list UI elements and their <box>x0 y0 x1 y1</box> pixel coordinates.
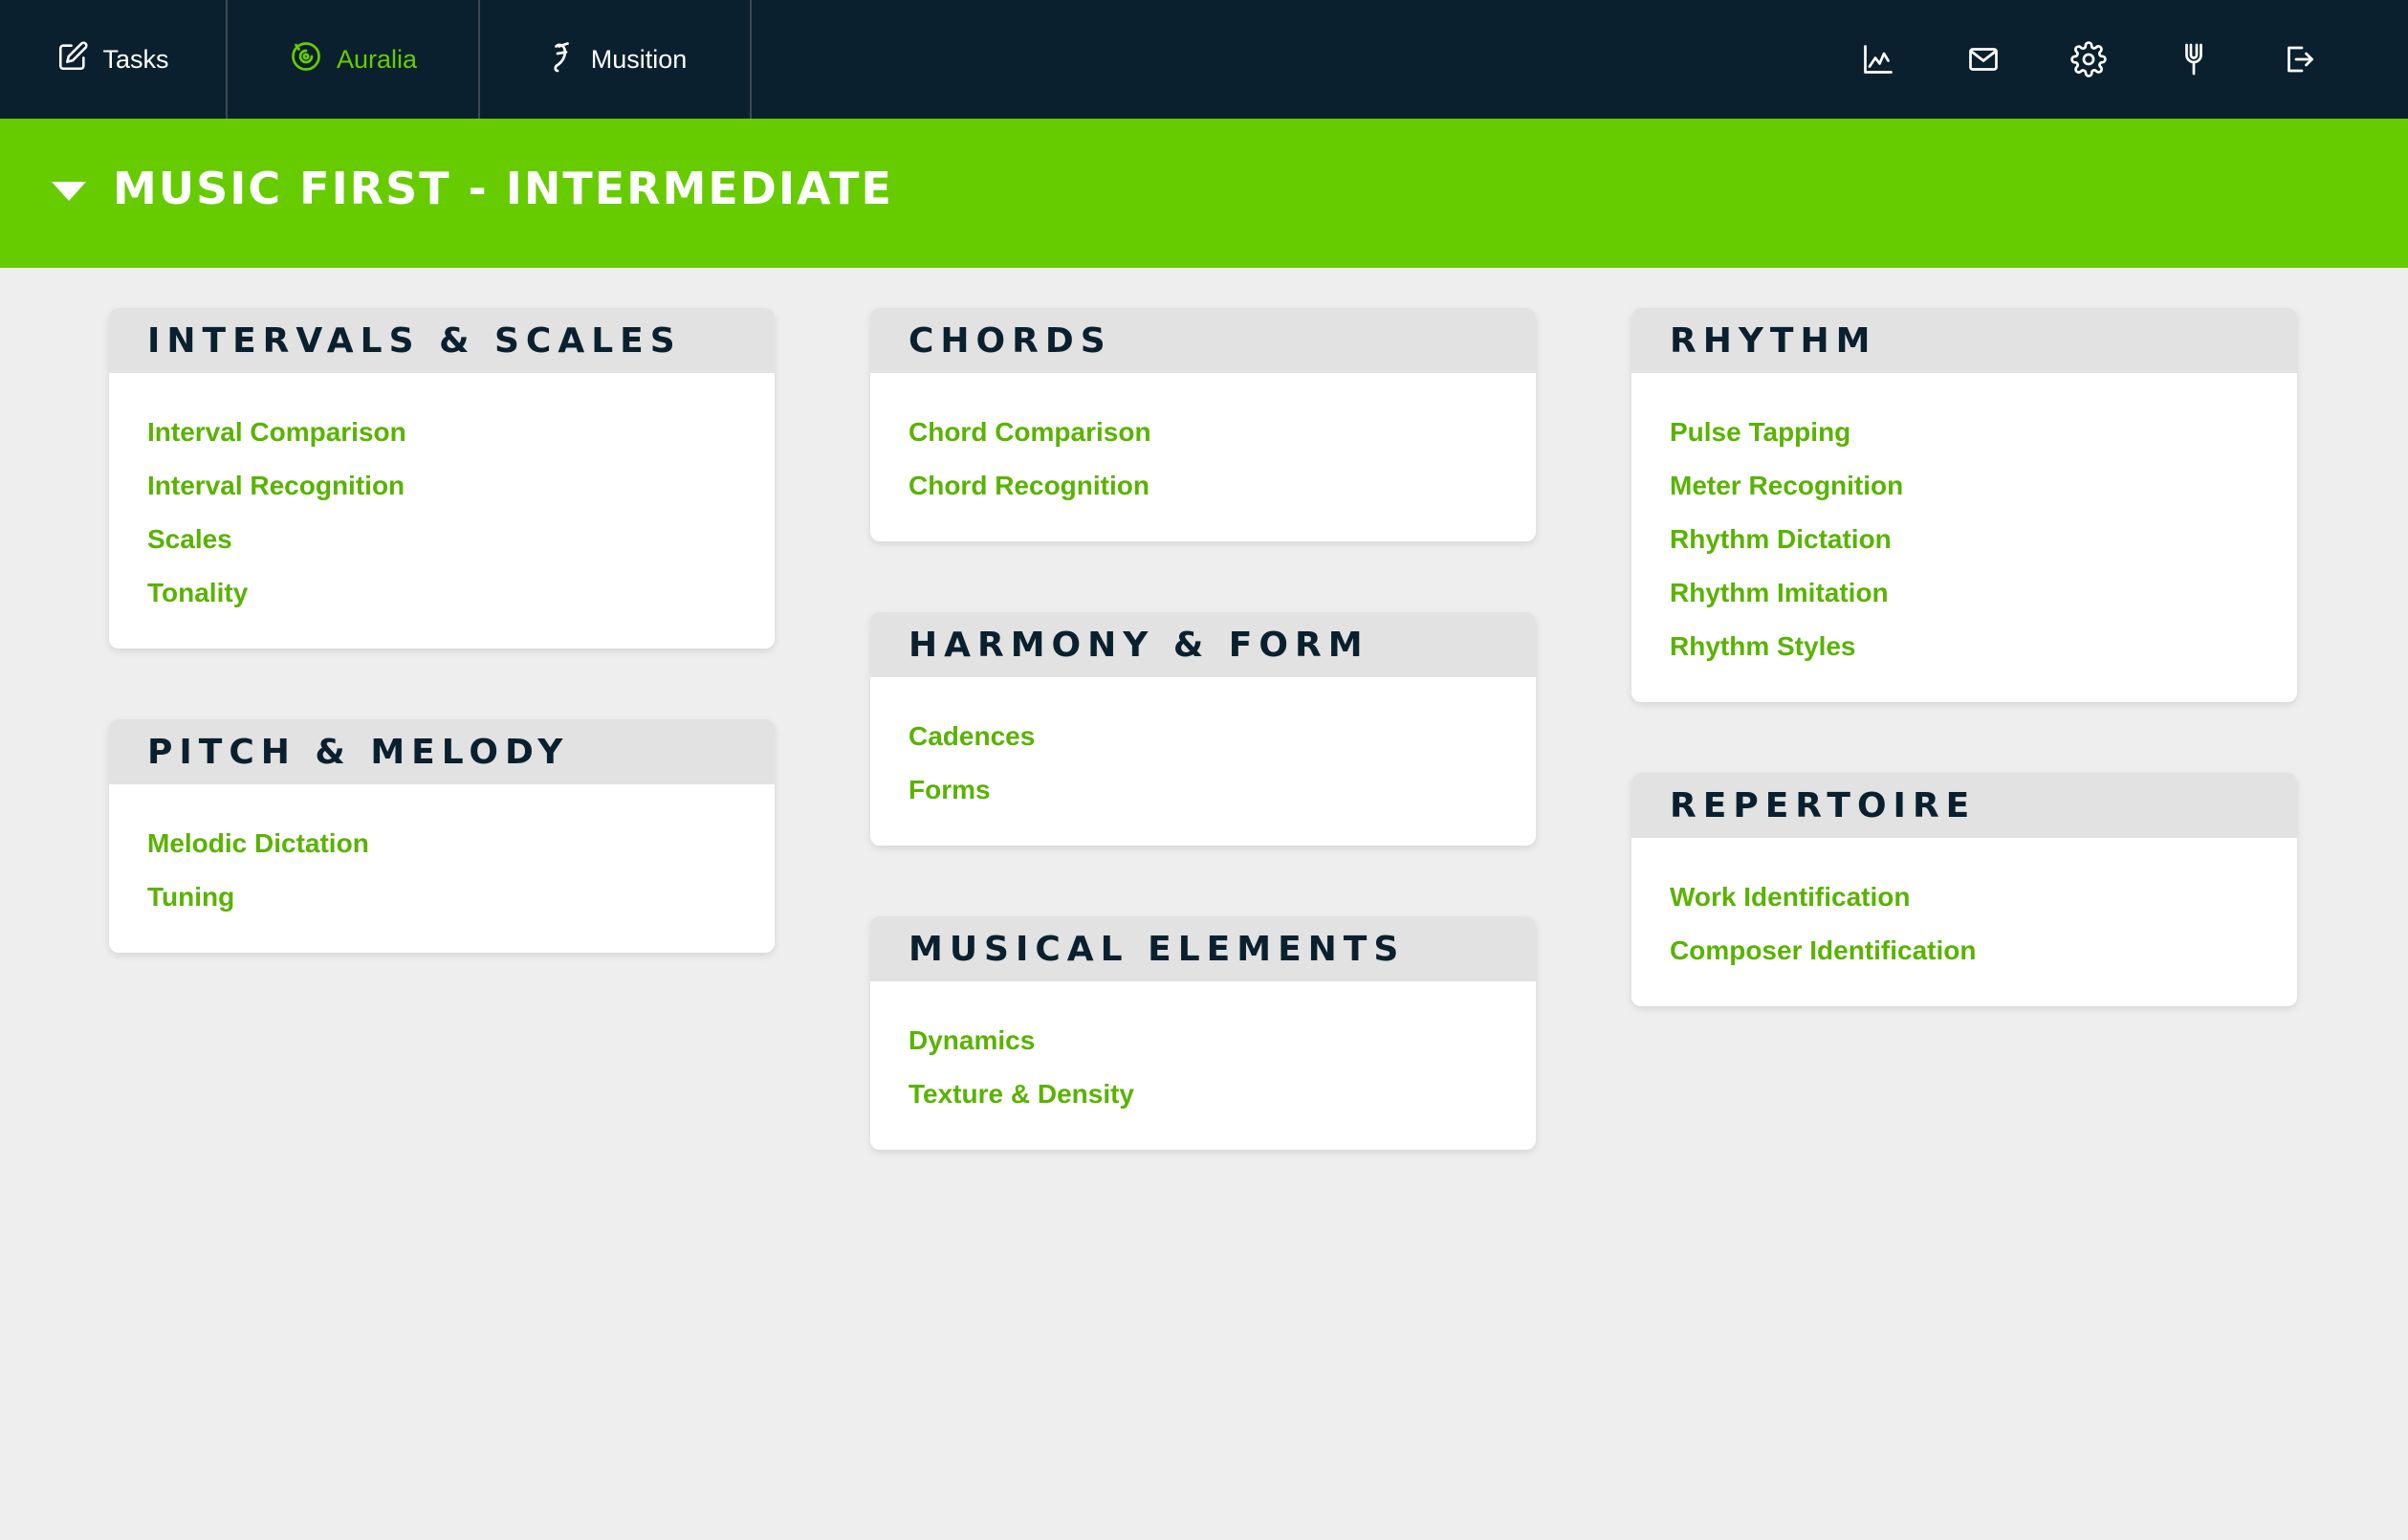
card-title: INTERVALS & SCALES <box>147 320 682 361</box>
link-work-identification[interactable]: Work Identification <box>1670 870 2259 924</box>
category-card-chords: CHORDS Chord Comparison Chord Recognitio… <box>870 308 1536 541</box>
link-chord-comparison[interactable]: Chord Comparison <box>908 406 1498 459</box>
course-banner: MUSIC FIRST - INTERMEDIATE <box>0 119 2408 268</box>
card-header: CHORDS <box>870 308 1536 373</box>
category-card-pitch-melody: PITCH & MELODY Melodic Dictation Tuning <box>109 719 775 953</box>
card-title: CHORDS <box>908 320 1112 361</box>
link-scales[interactable]: Scales <box>147 513 736 566</box>
card-title: RHYTHM <box>1670 320 1877 361</box>
card-link-list: Pulse Tapping Meter Recognition Rhythm D… <box>1631 373 2297 702</box>
link-tuning[interactable]: Tuning <box>147 870 736 924</box>
gear-icon[interactable] <box>2064 34 2113 84</box>
link-chord-recognition[interactable]: Chord Recognition <box>908 459 1498 513</box>
category-card-repertoire: REPERTOIRE Work Identification Composer … <box>1631 773 2297 1006</box>
tuning-fork-icon[interactable] <box>2169 34 2219 84</box>
logout-icon[interactable] <box>2274 34 2324 84</box>
card-title: PITCH & MELODY <box>147 732 570 772</box>
card-title: MUSICAL ELEMENTS <box>908 929 1406 969</box>
card-link-list: Work Identification Composer Identificat… <box>1631 838 2297 1006</box>
link-composer-identification[interactable]: Composer Identification <box>1670 924 2259 978</box>
link-texture-density[interactable]: Texture & Density <box>908 1067 1498 1121</box>
nav-divider <box>750 0 752 119</box>
link-interval-recognition[interactable]: Interval Recognition <box>147 459 736 513</box>
tab-tasks[interactable]: Tasks <box>0 0 226 119</box>
edit-icon <box>56 40 89 79</box>
card-header: PITCH & MELODY <box>109 719 775 784</box>
musition-logo-icon <box>543 39 578 80</box>
card-header: HARMONY & FORM <box>870 612 1536 677</box>
link-melodic-dictation[interactable]: Melodic Dictation <box>147 817 736 870</box>
mail-icon[interactable] <box>1959 34 2008 84</box>
card-header: MUSICAL ELEMENTS <box>870 916 1536 981</box>
tab-musition[interactable]: Musition <box>480 0 750 119</box>
auralia-logo-icon <box>289 39 323 80</box>
link-pulse-tapping[interactable]: Pulse Tapping <box>1670 406 2259 459</box>
link-rhythm-styles[interactable]: Rhythm Styles <box>1670 620 2259 673</box>
top-nav-bar: Tasks Auralia Musition <box>0 0 2408 119</box>
card-title: HARMONY & FORM <box>908 625 1369 665</box>
link-interval-comparison[interactable]: Interval Comparison <box>147 406 736 459</box>
card-header: RHYTHM <box>1631 308 2297 373</box>
course-title: MUSIC FIRST - INTERMEDIATE <box>113 163 893 214</box>
tab-auralia-label: Auralia <box>336 44 418 74</box>
category-card-intervals-scales: INTERVALS & SCALES Interval Comparison I… <box>109 308 775 649</box>
card-link-list: Dynamics Texture & Density <box>870 981 1536 1150</box>
tab-musition-label: Musition <box>590 44 688 74</box>
collapse-toggle[interactable] <box>50 180 88 207</box>
card-link-list: Chord Comparison Chord Recognition <box>870 373 1536 541</box>
link-forms[interactable]: Forms <box>908 763 1498 817</box>
link-cadences[interactable]: Cadences <box>908 710 1498 763</box>
card-link-list: Cadences Forms <box>870 677 1536 846</box>
card-header: INTERVALS & SCALES <box>109 308 775 373</box>
link-dynamics[interactable]: Dynamics <box>908 1014 1498 1067</box>
tab-auralia[interactable]: Auralia <box>228 0 478 119</box>
chart-icon[interactable] <box>1853 34 1903 84</box>
card-title: REPERTOIRE <box>1670 785 1977 825</box>
category-card-harmony-form: HARMONY & FORM Cadences Forms <box>870 612 1536 846</box>
link-tonality[interactable]: Tonality <box>147 566 736 620</box>
category-card-rhythm: RHYTHM Pulse Tapping Meter Recognition R… <box>1631 308 2297 702</box>
category-card-musical-elements: MUSICAL ELEMENTS Dynamics Texture & Dens… <box>870 916 1536 1150</box>
link-rhythm-imitation[interactable]: Rhythm Imitation <box>1670 566 2259 620</box>
card-link-list: Melodic Dictation Tuning <box>109 784 775 953</box>
card-link-list: Interval Comparison Interval Recognition… <box>109 373 775 649</box>
link-meter-recognition[interactable]: Meter Recognition <box>1670 459 2259 513</box>
card-header: REPERTOIRE <box>1631 773 2297 838</box>
link-rhythm-dictation[interactable]: Rhythm Dictation <box>1670 513 2259 566</box>
tab-tasks-label: Tasks <box>102 44 169 74</box>
caret-down-icon <box>50 182 88 207</box>
